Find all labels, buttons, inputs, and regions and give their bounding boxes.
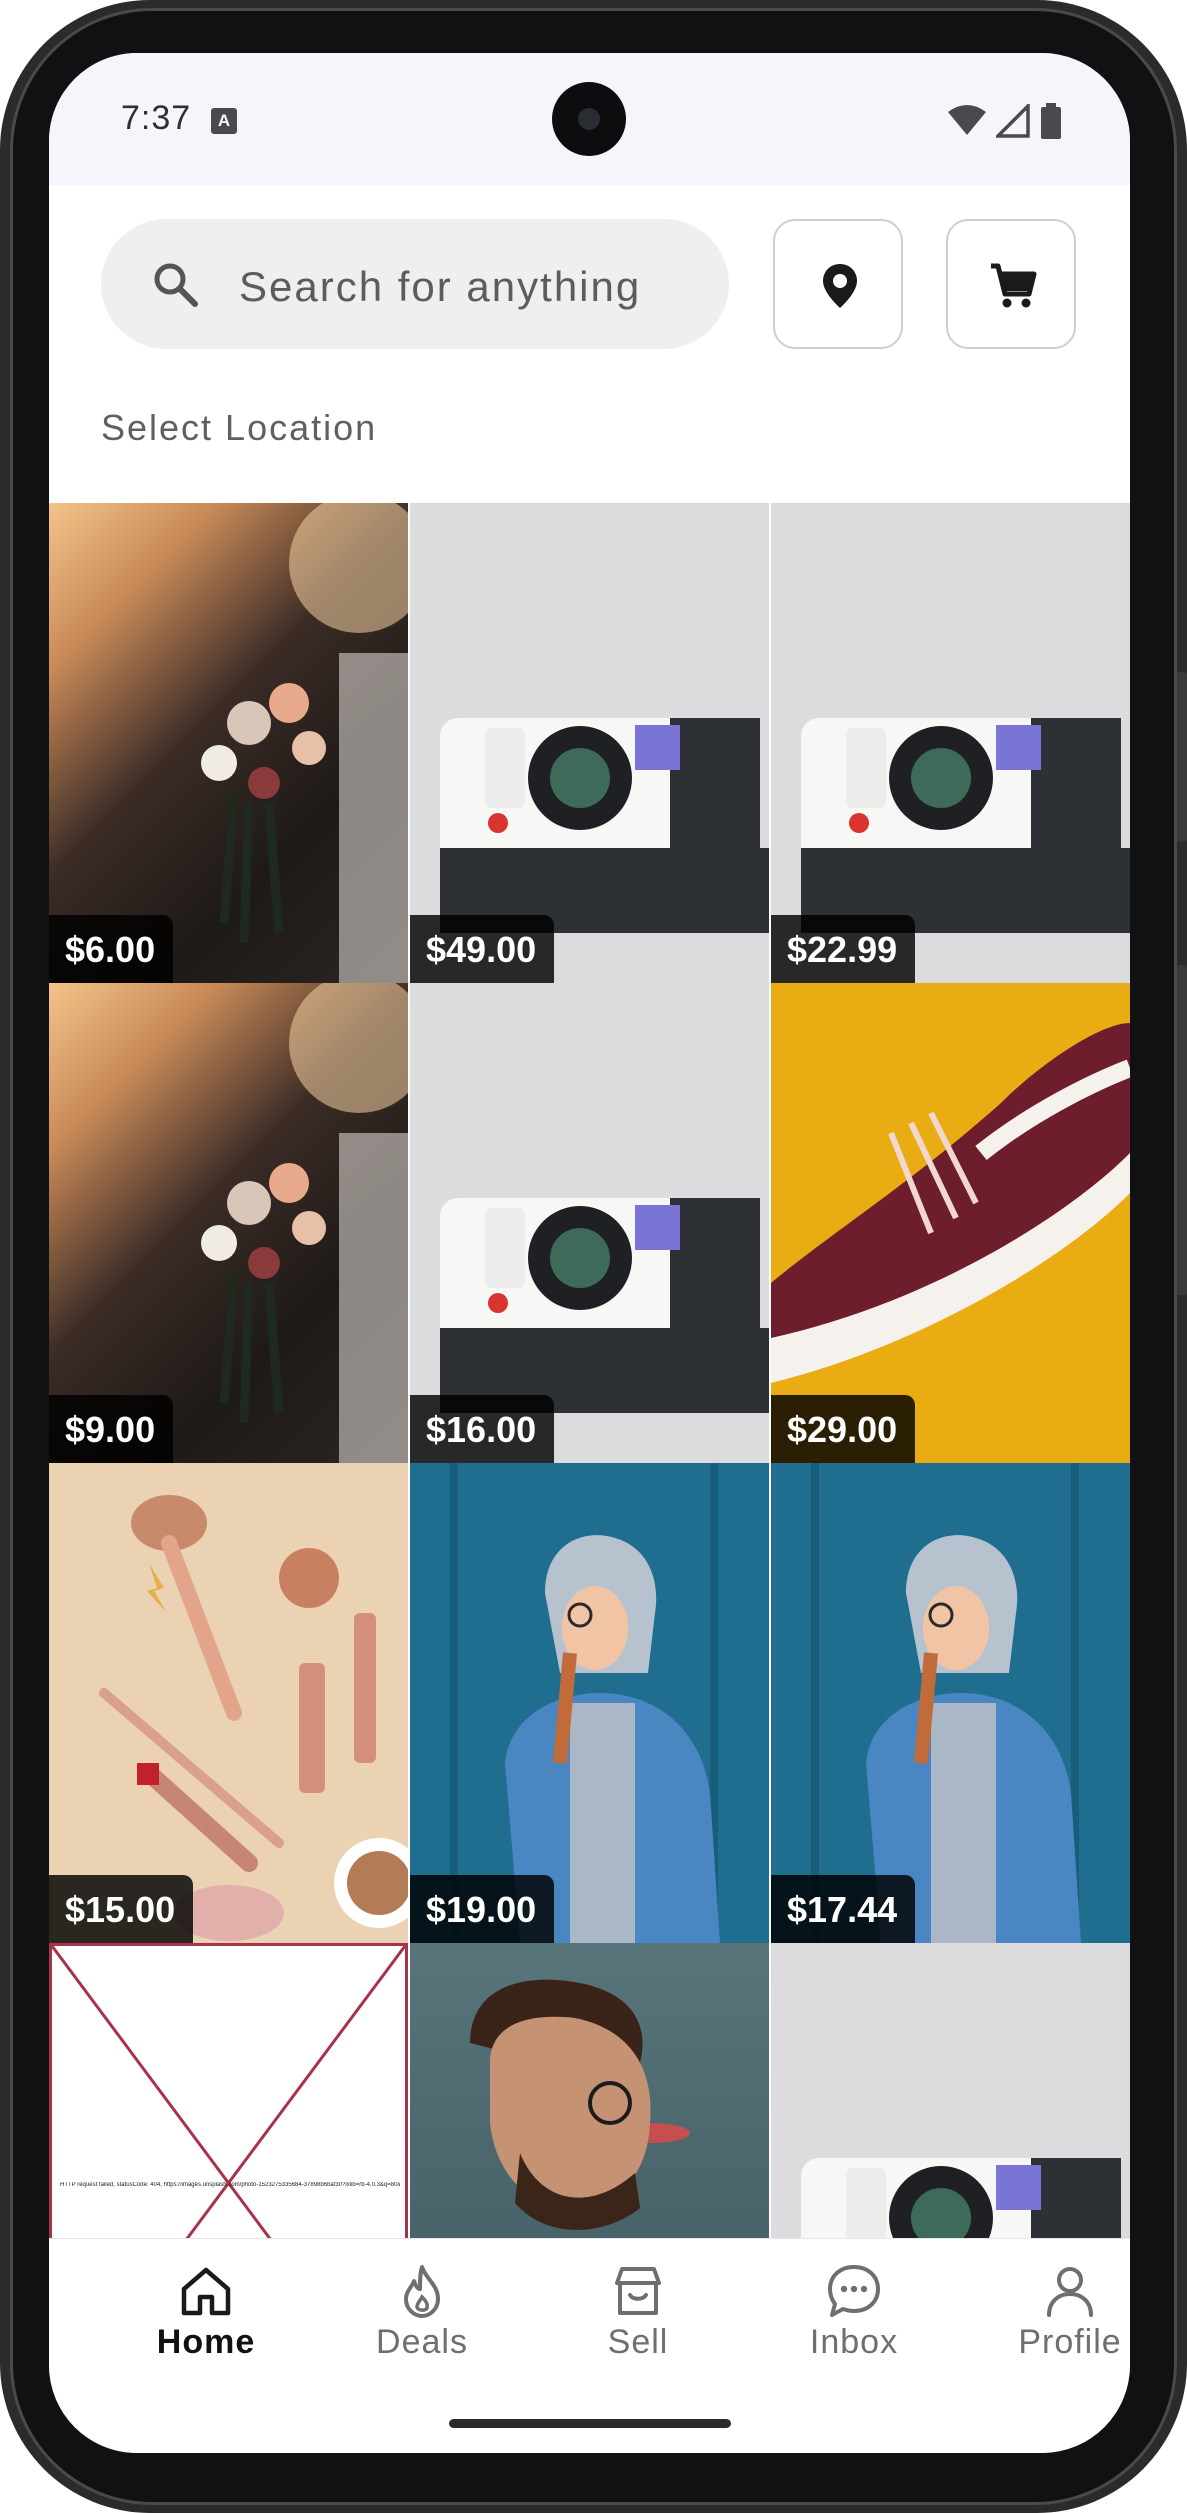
listing-tile[interactable]: $9.00 — [49, 983, 408, 1463]
sneaker-image — [771, 1023, 1130, 1383]
screen: 7:37 A Search for anything Select Locati… — [49, 53, 1130, 2453]
search-input[interactable]: Search for anything — [239, 263, 641, 311]
listing-tile[interactable]: $29.00 — [771, 983, 1130, 1463]
denim-jacket-woman-image — [811, 1463, 1081, 1943]
nav-item-sell[interactable]: Sell — [548, 2261, 728, 2371]
listing-tile[interactable]: $17.44 — [771, 1463, 1130, 1943]
store-icon — [615, 2267, 661, 2315]
listing-price: $29.00 — [771, 1395, 916, 1463]
battery-icon — [1041, 103, 1061, 139]
listing-price: $22.99 — [771, 915, 916, 983]
search-icon — [154, 263, 198, 307]
person-icon — [1047, 2267, 1093, 2317]
home-icon — [181, 2267, 231, 2316]
listing-price: $15.00 — [49, 1875, 194, 1943]
status-icons — [948, 103, 1062, 139]
nav-label-deals: Deals — [376, 2323, 468, 2361]
select-location-link[interactable]: Select Location — [101, 407, 377, 449]
nav-item-inbox[interactable]: Inbox — [764, 2261, 944, 2371]
nav-label-profile: Profile — [1018, 2323, 1122, 2361]
listing-price: $49.00 — [410, 915, 555, 983]
listing-tile[interactable]: $19.00 — [410, 1463, 769, 1943]
nav-label-sell: Sell — [607, 2323, 669, 2361]
denim-jacket-woman-image — [450, 1463, 720, 1943]
chat-icon — [828, 2265, 880, 2317]
nav-item-home[interactable]: Home — [116, 2261, 296, 2371]
front-camera — [552, 82, 626, 156]
bouquet-image — [201, 983, 408, 1463]
search-bar[interactable]: Search for anything — [101, 219, 729, 349]
nav-item-profile[interactable]: Profile — [980, 2261, 1130, 2371]
notification-badge: A — [211, 108, 237, 134]
listing-price: $9.00 — [49, 1395, 174, 1463]
listing-tile[interactable]: $15.00 — [49, 1463, 408, 1943]
listing-tile[interactable]: $49.00 — [410, 503, 769, 983]
instant-camera-image — [440, 718, 769, 933]
status-time: 7:37 — [121, 99, 192, 137]
home-indicator[interactable] — [449, 2419, 731, 2428]
listing-price: $17.44 — [771, 1875, 916, 1943]
listing-tile[interactable]: $6.00 — [49, 503, 408, 983]
header: Search for anything Select Location — [49, 185, 1130, 503]
makeup-image — [99, 1495, 408, 1941]
listing-price: $6.00 — [49, 915, 174, 983]
instant-camera-image — [440, 1198, 769, 1413]
listing-grid: $6.00 $49.00 $22.99 $9.00 $16.00 $29.00 … — [49, 503, 1130, 2303]
listing-tile[interactable]: $22.99 — [771, 503, 1130, 983]
nav-label-home: Home — [156, 2323, 256, 2361]
listing-price: $16.00 — [410, 1395, 555, 1463]
flame-icon — [404, 2265, 440, 2318]
nav-label-inbox: Inbox — [809, 2323, 899, 2361]
listing-tile[interactable]: $16.00 — [410, 983, 769, 1463]
location-pin-icon — [823, 264, 857, 308]
listing-price: $19.00 — [410, 1875, 555, 1943]
cart-button[interactable] — [946, 219, 1076, 349]
nav-item-deals[interactable]: Deals — [332, 2261, 512, 2371]
image-error-text: HTTP request failed, statusCode: 404, ht… — [60, 2182, 400, 2188]
cart-icon — [991, 263, 1037, 308]
location-button[interactable] — [773, 219, 903, 349]
signal-icon — [996, 104, 1030, 138]
bouquet-image — [201, 503, 408, 983]
device-frame: 7:37 A Search for anything Select Locati… — [0, 0, 1187, 2513]
wifi-icon — [948, 105, 986, 135]
status-bar: 7:37 A — [49, 53, 1130, 185]
instant-camera-image — [801, 718, 1130, 933]
